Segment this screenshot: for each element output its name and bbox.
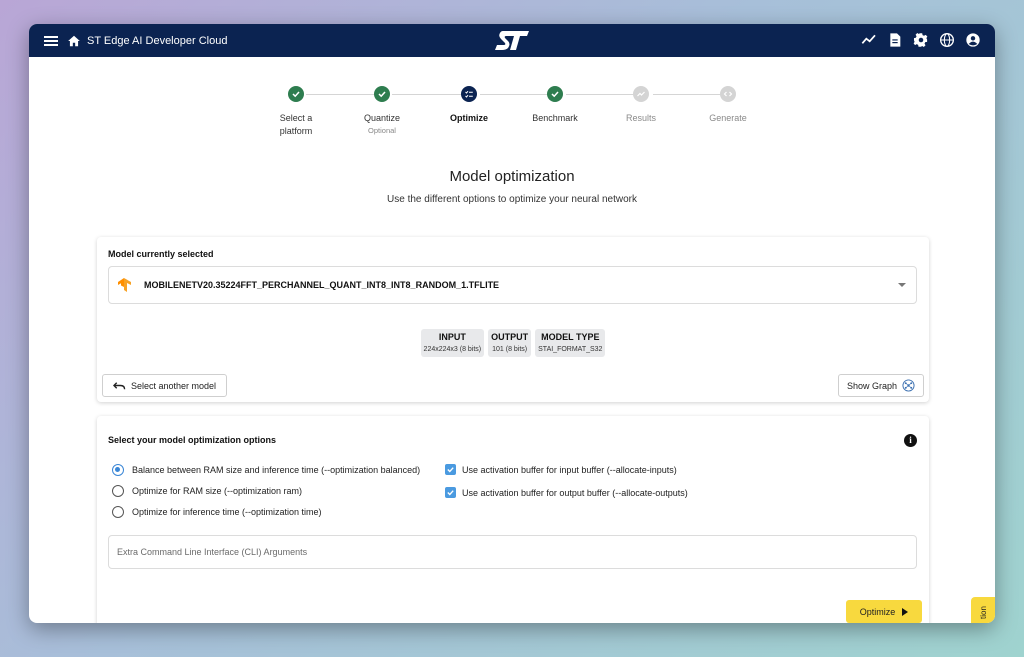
radio-label: Balance between RAM size and inference t… [132,465,421,475]
side-tab[interactable]: tion [971,597,995,623]
globe-icon[interactable] [939,32,955,48]
info-chip-model-type: MODEL TYPE STAI_FORMAT_S32 [535,329,606,357]
checkbox-label: Use activation buffer for input buffer (… [462,464,677,475]
graph-icon [902,379,915,392]
page-subtitle: Use the different options to optimize yo… [387,194,637,205]
check-icon [288,86,304,102]
optimize-label: Optimize [859,606,896,617]
app-window: ST Edge AI Developer Cloud Select a plat… [29,24,995,623]
info-value: 101 (8 bits) [492,346,528,353]
trend-icon [633,86,649,102]
select-another-model-label: Select another model [131,380,217,391]
check-icon [374,86,390,102]
options-heading: Select your model optimization options [108,435,277,445]
checkbox-checked-icon[interactable] [445,464,456,475]
radio-optimization-balanced[interactable]: Balance between RAM size and inference t… [112,464,420,476]
home-icon[interactable] [67,34,81,48]
checkbox-label: Use activation buffer for output buffer … [462,487,688,498]
info-key: MODEL TYPE [541,332,600,342]
info-value: 224x224x3 (8 bits) [423,346,482,353]
info-key: INPUT [438,332,466,342]
gear-icon[interactable] [913,32,929,48]
app-title[interactable]: ST Edge AI Developer Cloud [87,35,227,47]
step-label: Generate [709,113,747,123]
step-label: Quantize [363,113,401,123]
cli-arguments-input[interactable] [108,535,917,569]
info-icon[interactable]: i [904,434,917,447]
account-icon[interactable] [965,32,981,48]
step-sublabel: Optional [368,126,396,135]
model-select[interactable]: MOBILENETV20.35224FFT_PERCHANNEL_QUANT_I… [108,266,917,304]
info-chip-input: INPUT 224x224x3 (8 bits) [420,329,485,357]
show-graph-label: Show Graph [846,380,897,391]
optimization-options-card: Select your model optimization options i… [97,416,929,623]
info-key: OUTPUT [491,332,529,342]
show-graph-button[interactable]: Show Graph [837,374,924,397]
stepper: Select a platform Quantize Optional Opti… [29,86,995,176]
step-quantize[interactable]: Quantize Optional [337,86,427,135]
document-icon[interactable] [887,32,903,48]
step-select-platform[interactable]: Select a platform [251,86,341,138]
step-generate[interactable]: Generate [683,86,773,125]
top-bar: ST Edge AI Developer Cloud [29,24,995,57]
model-name: MOBILENETV20.35224FFT_PERCHANNEL_QUANT_I… [144,280,500,290]
model-info: INPUT 224x224x3 (8 bits) OUTPUT 101 (8 b… [97,329,929,357]
chart-icon[interactable] [861,32,877,48]
optimize-button[interactable]: Optimize [846,600,922,623]
radio-optimization-ram[interactable]: Optimize for RAM size (--optimization ra… [112,485,302,497]
menu-icon[interactable] [44,35,58,47]
step-label: Select a platform [279,113,313,136]
step-label: Benchmark [532,113,578,123]
page-title: Model optimization [449,168,575,185]
step-label: Results [625,113,656,123]
radio-button[interactable] [112,464,124,476]
radio-label: Optimize for inference time (--optimizat… [132,507,322,517]
model-card-heading: Model currently selected [108,249,214,259]
st-logo[interactable] [494,30,530,51]
step-label: Optimize [449,113,488,123]
radio-label: Optimize for RAM size (--optimization ra… [132,486,303,496]
side-tab-label: tion [978,605,988,619]
step-benchmark[interactable]: Benchmark [510,86,600,125]
dropdown-caret-icon[interactable] [898,283,906,287]
select-another-model-button[interactable]: Select another model [102,374,228,397]
radio-button[interactable] [112,485,124,497]
check-icon [547,86,563,102]
code-icon [720,86,736,102]
step-results[interactable]: Results [596,86,686,125]
checklist-icon [461,86,477,102]
radio-button[interactable] [112,506,124,518]
info-chip-output: OUTPUT 101 (8 bits) [488,329,532,357]
checkbox-allocate-inputs[interactable]: Use activation buffer for input buffer (… [445,464,677,475]
step-optimize[interactable]: Optimize [424,86,514,125]
tensorflow-icon [118,278,131,292]
radio-optimization-time[interactable]: Optimize for inference time (--optimizat… [112,506,322,518]
undo-icon [113,382,126,390]
checkbox-checked-icon[interactable] [445,487,456,498]
model-card: Model currently selected MOBILENETV20.35… [97,237,929,402]
info-value: STAI_FORMAT_S32 [538,346,603,353]
checkbox-allocate-outputs[interactable]: Use activation buffer for output buffer … [445,487,688,498]
play-icon [902,607,909,616]
